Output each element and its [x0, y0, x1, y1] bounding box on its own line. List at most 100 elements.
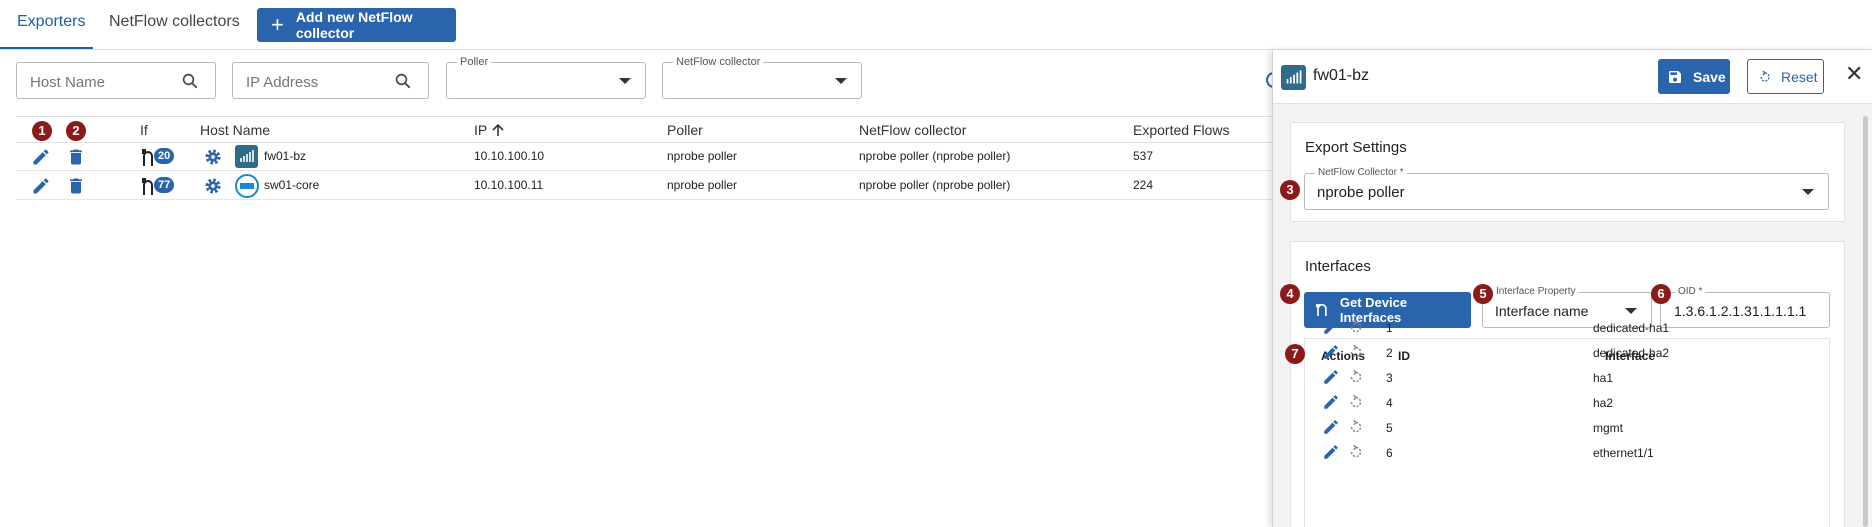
chevron-down-icon — [835, 78, 847, 84]
interface-row[interactable]: 6 ethernet1/1 — [1317, 441, 1817, 465]
interface-row[interactable]: 2 dedicated-ha2 — [1317, 341, 1817, 365]
table-row[interactable]: 20 fw01-bz 10.10.100.10 nprobe poller np… — [16, 143, 1272, 171]
reset-icon[interactable] — [1347, 393, 1365, 411]
flows-cell: 224 — [1133, 178, 1154, 192]
reset-button[interactable]: Reset — [1747, 59, 1824, 94]
edit-pencil-icon[interactable] — [31, 176, 51, 196]
exporter-detail-panel: fw01-bz Save Reset ✕ Export Settings Net… — [1272, 50, 1872, 527]
save-floppy-icon — [1669, 70, 1681, 83]
host-name-cell[interactable]: sw01-core — [264, 178, 319, 192]
edit-pencil-icon[interactable] — [1322, 368, 1340, 386]
collector-cell: nprobe poller (nprobe poller) — [859, 149, 1011, 163]
add-collector-button[interactable]: + Add new NetFlow collector — [257, 8, 456, 42]
table-row[interactable]: 77 sw01-core 10.10.100.11 nprobe poller … — [16, 172, 1272, 200]
edit-pencil-icon[interactable] — [31, 147, 51, 167]
callout-badge-1: 1 — [32, 121, 52, 141]
interface-row[interactable]: 3 ha1 — [1317, 366, 1817, 390]
callout-badge-7: 7 — [1285, 344, 1305, 364]
edit-pencil-icon[interactable] — [1322, 393, 1340, 411]
interface-name-cell: dedicated-ha2 — [1593, 346, 1670, 360]
reset-icon[interactable] — [1347, 318, 1365, 336]
panel-header: fw01-bz Save Reset ✕ — [1273, 50, 1872, 104]
col-host-name[interactable]: Host Name — [200, 122, 270, 138]
ip-address-placeholder: IP Address — [246, 74, 319, 91]
interface-count-badge[interactable]: 20 — [154, 148, 175, 164]
export-settings-title: Export Settings — [1305, 139, 1407, 156]
oid-label: OID * — [1675, 286, 1706, 297]
edit-pencil-icon[interactable] — [1322, 418, 1340, 436]
interface-row[interactable]: 5 mgmt — [1317, 416, 1817, 440]
host-name-search[interactable]: Host Name — [16, 62, 216, 99]
col-poller[interactable]: Poller — [667, 122, 703, 138]
interface-name-cell: ha2 — [1593, 396, 1614, 410]
interface-cable-icon — [142, 149, 153, 166]
reset-icon[interactable] — [1347, 443, 1365, 461]
edit-pencil-icon[interactable] — [1322, 443, 1340, 461]
poller-cell: nprobe poller — [667, 178, 738, 192]
edit-pencil-icon[interactable] — [1322, 318, 1340, 336]
interface-name-cell: mgmt — [1593, 421, 1623, 435]
host-name-placeholder: Host Name — [30, 74, 106, 91]
interface-id-cell: 4 — [1386, 396, 1393, 410]
interfaces-title: Interfaces — [1305, 258, 1371, 275]
edit-pencil-icon[interactable] — [1322, 343, 1340, 361]
poller-cell: nprobe poller — [667, 149, 738, 163]
chevron-down-icon — [619, 78, 631, 84]
callout-badge-3: 3 — [1280, 180, 1300, 200]
callout-badge-5: 5 — [1473, 284, 1493, 304]
delete-trash-icon[interactable] — [66, 176, 86, 196]
ip-cell: 10.10.100.11 — [474, 178, 544, 192]
chevron-down-icon — [1802, 189, 1814, 195]
callout-badge-4: 4 — [1280, 284, 1300, 304]
chevron-down-icon — [1625, 308, 1637, 314]
interface-id-cell: 1 — [1386, 321, 1393, 335]
tab-bar: Exporters NetFlow collectors + Add new N… — [0, 0, 1872, 50]
callout-badge-2: 2 — [66, 121, 86, 141]
save-button[interactable]: Save — [1658, 59, 1730, 94]
ip-address-search[interactable]: IP Address — [232, 62, 429, 99]
poller-select-label: Poller — [457, 56, 492, 68]
panel-title: fw01-bz — [1313, 67, 1370, 84]
interface-id-cell: 3 — [1386, 371, 1393, 385]
col-if[interactable]: If — [140, 122, 148, 138]
interface-id-cell: 5 — [1386, 421, 1393, 435]
interface-row[interactable]: 1 dedicated-ha1 — [1317, 316, 1817, 340]
flows-cell: 537 — [1133, 149, 1154, 163]
tab-netflow-collectors[interactable]: NetFlow collectors — [109, 0, 240, 49]
col-netflow-collector[interactable]: NetFlow collector — [859, 122, 966, 138]
sort-ascending-icon[interactable] — [491, 123, 505, 137]
interface-cable-icon — [142, 178, 153, 195]
interface-property-label: Interface Property — [1493, 286, 1579, 297]
panel-scrollbar[interactable] — [1863, 106, 1869, 527]
collector-select[interactable]: NetFlow collector — [662, 56, 862, 99]
col-exported-flows[interactable]: Exported Flows — [1133, 122, 1229, 138]
interface-count-badge[interactable]: 77 — [154, 177, 175, 193]
poller-select[interactable]: Poller — [446, 56, 646, 99]
interface-name-cell: ha1 — [1593, 371, 1614, 385]
reset-icon[interactable] — [1347, 418, 1365, 436]
interface-name-cell: ethernet1/1 — [1593, 446, 1654, 460]
export-settings-card: Export Settings NetFlow Collector * npro… — [1290, 122, 1845, 222]
interface-id-cell: 6 — [1386, 446, 1393, 460]
paloalto-logo-icon — [235, 145, 258, 168]
search-icon[interactable] — [181, 72, 199, 90]
close-icon[interactable]: ✕ — [1845, 63, 1863, 85]
host-name-cell[interactable]: fw01-bz — [264, 149, 306, 163]
callout-badge-6: 6 — [1651, 284, 1671, 304]
search-icon[interactable] — [394, 72, 412, 90]
ip-cell: 10.10.100.10 — [474, 149, 545, 163]
table-header: If Host Name IP Poller NetFlow collector… — [16, 116, 1272, 143]
gear-icon[interactable] — [203, 147, 223, 167]
paloalto-logo-icon — [1281, 65, 1306, 90]
interface-row[interactable]: 4 ha2 — [1317, 391, 1817, 415]
scrollbar-thumb[interactable] — [1863, 116, 1868, 527]
netflow-collector-select[interactable]: NetFlow Collector * nprobe poller — [1304, 167, 1829, 210]
reset-icon[interactable] — [1347, 368, 1365, 386]
app-root: Exporters NetFlow collectors + Add new N… — [0, 0, 1872, 527]
reset-icon[interactable] — [1347, 343, 1365, 361]
interface-name-cell: dedicated-ha1 — [1593, 321, 1670, 335]
gear-icon[interactable] — [203, 176, 223, 196]
delete-trash-icon[interactable] — [66, 147, 86, 167]
col-ip[interactable]: IP — [474, 122, 487, 138]
tab-exporters[interactable]: Exporters — [0, 0, 93, 49]
